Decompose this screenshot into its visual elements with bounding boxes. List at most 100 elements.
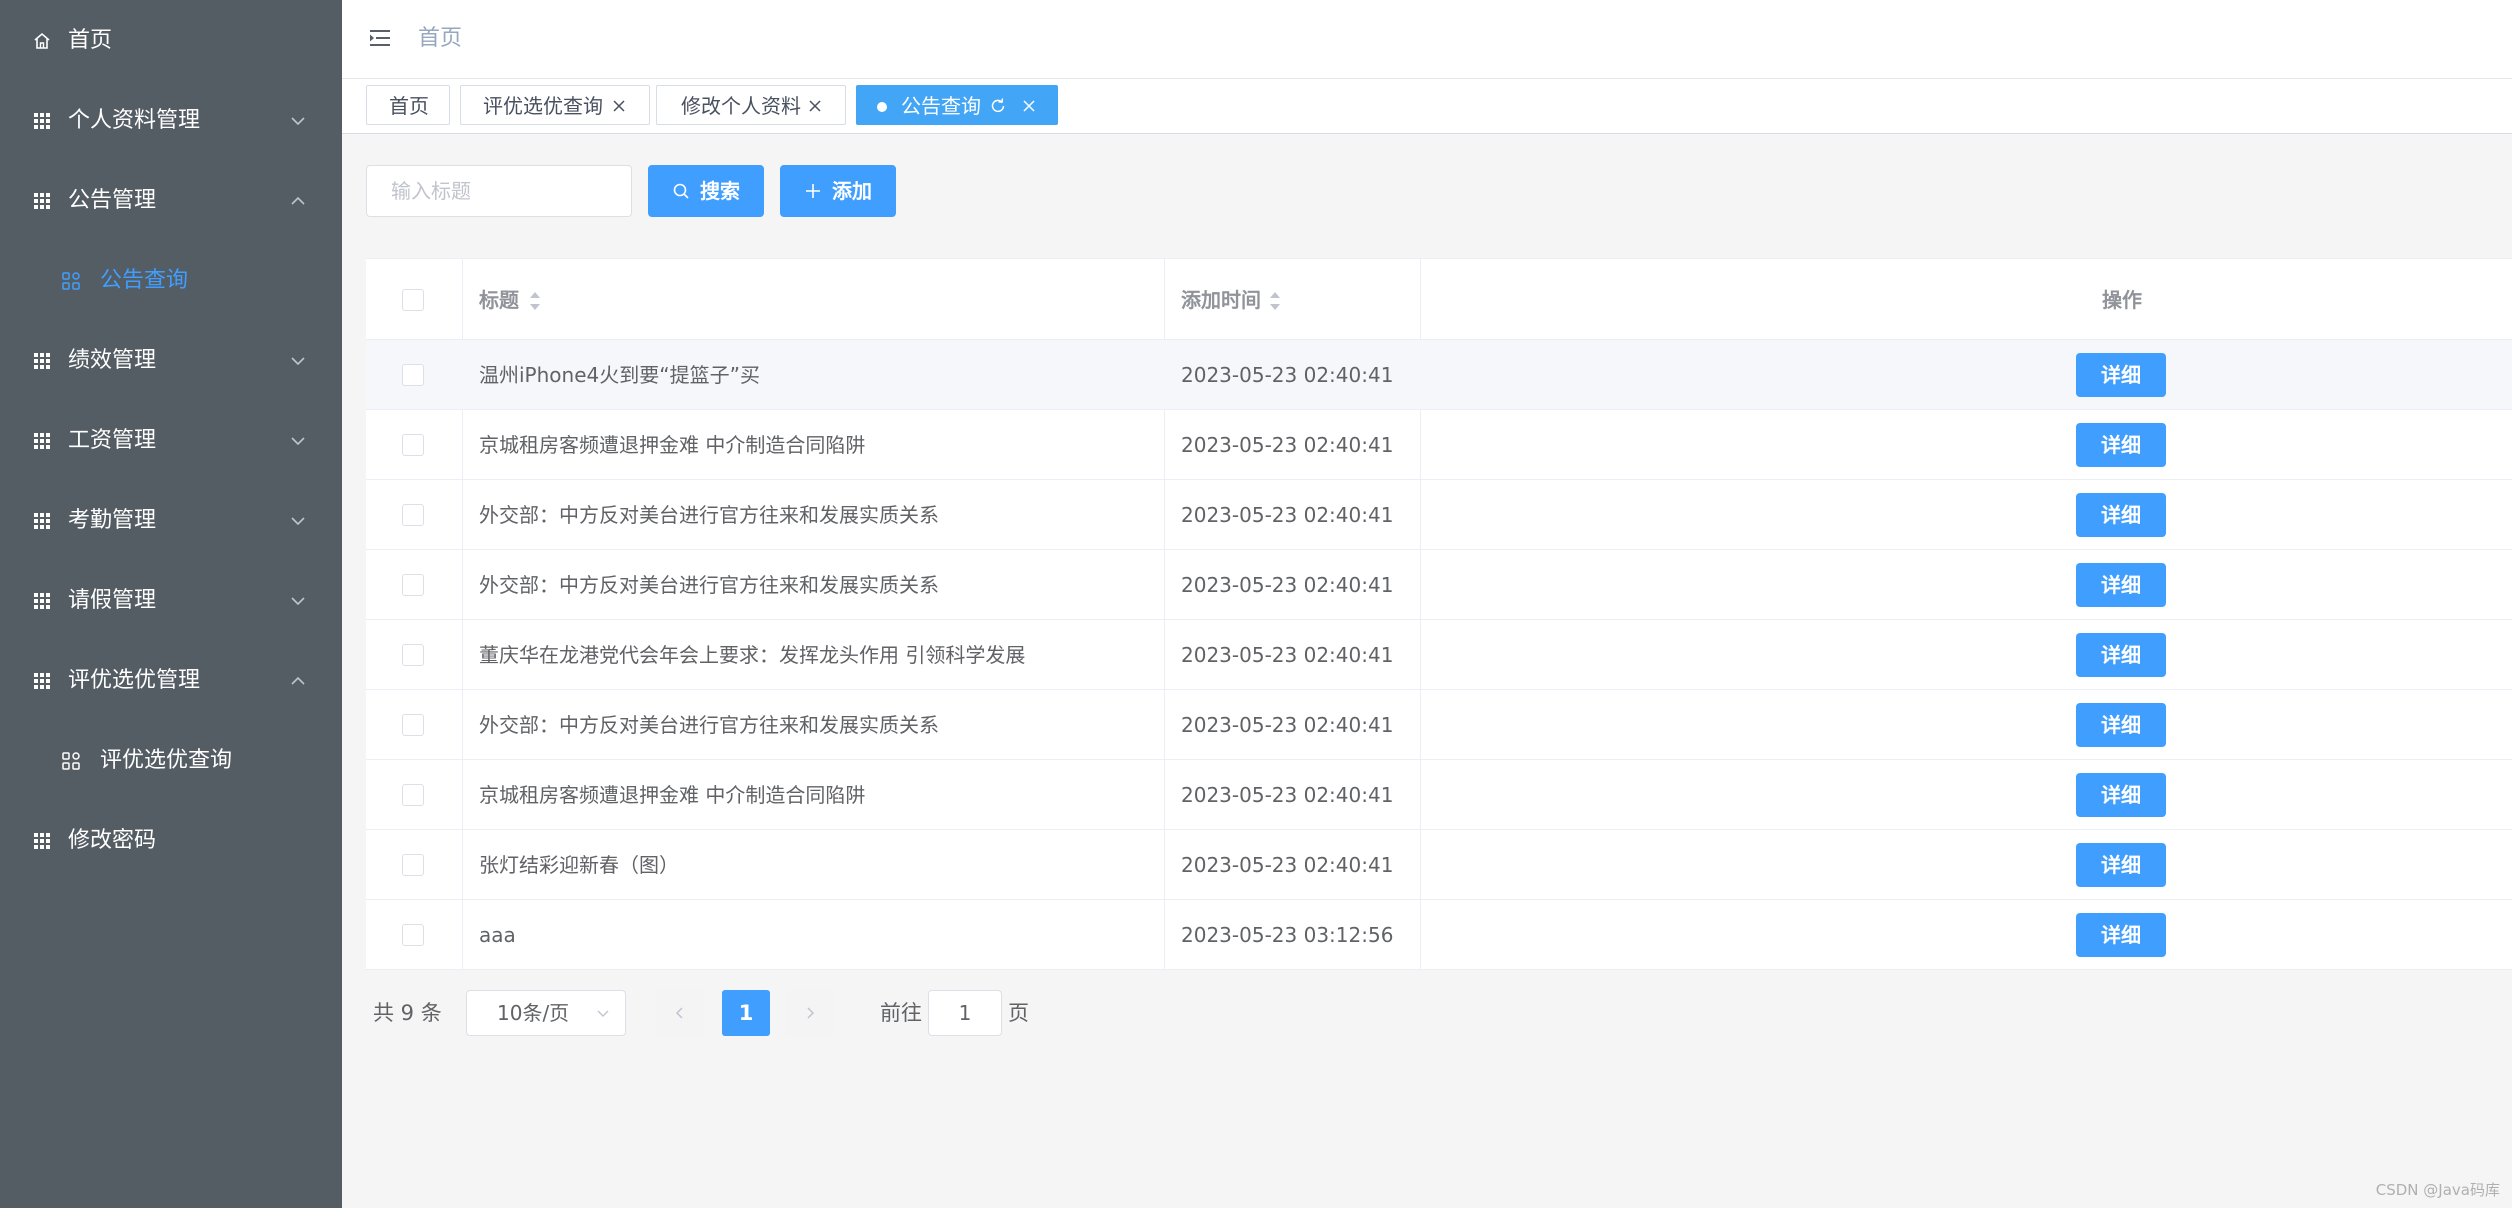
breadcrumb: 首页	[418, 26, 463, 51]
page-size-select[interactable]: 10条/页	[466, 990, 626, 1036]
row-title: 京城租房客频遭退押金难 中介制造合同陷阱	[479, 783, 866, 807]
grid-icon	[34, 833, 50, 849]
table-row: 外交部：中方反对美台进行官方往来和发展实质关系 2023-05-23 02:40…	[366, 480, 2512, 550]
search-button-label: 搜索	[700, 179, 740, 203]
title-search-input[interactable]	[366, 165, 632, 217]
close-icon[interactable]	[1021, 98, 1037, 114]
row-time: 2023-05-23 02:40:41	[1181, 643, 1394, 667]
home-icon	[34, 32, 50, 49]
sidebar-item-label: 评优选优查询	[100, 748, 233, 773]
sidebar-item-leave-management[interactable]: 请假管理	[0, 561, 342, 641]
row-title: aaa	[479, 923, 516, 947]
column-header-title: 标题	[479, 288, 519, 312]
tag-home[interactable]: 首页	[366, 85, 450, 125]
row-time: 2023-05-23 02:40:41	[1181, 853, 1394, 877]
page-number-current[interactable]: 1	[722, 990, 770, 1036]
sidebar-item-label: 绩效管理	[68, 348, 157, 373]
grid-icon	[34, 513, 50, 529]
sidebar-item-notice-query[interactable]: 公告查询	[0, 241, 342, 321]
table-row: 温州iPhone4火到要“提篮子”买 2023-05-23 02:40:41 详…	[366, 340, 2512, 410]
chevron-left-icon	[675, 1007, 683, 1019]
row-time: 2023-05-23 02:40:41	[1181, 573, 1394, 597]
detail-button[interactable]: 详细	[2076, 493, 2166, 537]
detail-button[interactable]: 详细	[2076, 633, 2166, 677]
sort-icon[interactable]	[528, 290, 542, 312]
row-title: 京城租房客频遭退押金难 中介制造合同陷阱	[479, 433, 866, 457]
sidebar-item-home[interactable]: 首页	[0, 1, 342, 81]
chevron-up-icon	[291, 196, 305, 205]
chevron-right-icon	[807, 1007, 815, 1019]
select-all-checkbox[interactable]	[402, 289, 424, 311]
detail-button[interactable]: 详细	[2076, 563, 2166, 607]
row-title: 董庆华在龙港党代会年会上要求：发挥龙头作用 引领科学发展	[479, 643, 1026, 667]
sidebar-item-evaluation-management[interactable]: 评优选优管理	[0, 641, 342, 721]
sidebar-item-label: 公告管理	[68, 188, 157, 213]
close-icon[interactable]	[611, 98, 627, 114]
tag-notice-query[interactable]: 公告查询	[856, 85, 1058, 125]
row-checkbox[interactable]	[402, 434, 424, 456]
sidebar-item-evaluation-query[interactable]: 评优选优查询	[0, 721, 342, 801]
grid-icon	[34, 673, 50, 689]
row-checkbox[interactable]	[402, 644, 424, 666]
sidebar-item-label: 请假管理	[68, 588, 157, 613]
sidebar-item-label: 评优选优管理	[68, 668, 201, 693]
tag-label: 评优选优查询	[483, 94, 603, 118]
detail-button[interactable]: 详细	[2076, 773, 2166, 817]
row-title: 外交部：中方反对美台进行官方往来和发展实质关系	[479, 713, 939, 737]
search-button[interactable]: 搜索	[648, 165, 764, 217]
goto-suffix: 页	[1008, 1001, 1029, 1025]
refresh-icon[interactable]	[989, 97, 1007, 115]
row-title: 张灯结彩迎新春（图）	[479, 853, 679, 877]
active-dot-icon	[877, 102, 887, 112]
next-page-button[interactable]	[786, 990, 834, 1036]
table-row: 董庆华在龙港党代会年会上要求：发挥龙头作用 引领科学发展 2023-05-23 …	[366, 620, 2512, 690]
row-title: 外交部：中方反对美台进行官方往来和发展实质关系	[479, 573, 939, 597]
add-button-label: 添加	[832, 179, 872, 203]
sidebar-item-salary-management[interactable]: 工资管理	[0, 401, 342, 481]
sidebar-item-label: 首页	[68, 28, 113, 53]
row-checkbox[interactable]	[402, 784, 424, 806]
table-header: 标题 添加时间 操作	[366, 258, 2512, 340]
chevron-down-icon	[291, 517, 305, 526]
sidebar: 首页 个人资料管理 公告管理 公告查询 绩效管理 工资管理 考勤管理 请假管理	[0, 0, 342, 1208]
row-time: 2023-05-23 02:40:41	[1181, 363, 1394, 387]
tag-edit-profile[interactable]: 修改个人资料	[656, 85, 846, 125]
row-time: 2023-05-23 03:12:56	[1181, 923, 1394, 947]
sidebar-item-performance-management[interactable]: 绩效管理	[0, 321, 342, 401]
grid-icon	[34, 593, 50, 609]
table-row: 外交部：中方反对美台进行官方往来和发展实质关系 2023-05-23 02:40…	[366, 690, 2512, 760]
chevron-down-icon	[597, 1010, 609, 1017]
row-checkbox[interactable]	[402, 574, 424, 596]
prev-page-button[interactable]	[656, 990, 704, 1036]
pagination-total: 共 9 条	[373, 1001, 442, 1025]
detail-button[interactable]: 详细	[2076, 913, 2166, 957]
close-icon[interactable]	[807, 98, 823, 114]
add-button[interactable]: 添加	[780, 165, 896, 217]
sidebar-item-notice-management[interactable]: 公告管理	[0, 161, 342, 241]
row-checkbox[interactable]	[402, 714, 424, 736]
detail-button[interactable]: 详细	[2076, 353, 2166, 397]
row-checkbox[interactable]	[402, 924, 424, 946]
plus-icon	[806, 184, 820, 198]
goto-page-input[interactable]	[928, 990, 1002, 1036]
row-time: 2023-05-23 02:40:41	[1181, 433, 1394, 457]
column-header-time: 添加时间	[1181, 288, 1261, 312]
grid-icon	[34, 433, 50, 449]
sidebar-item-profile-management[interactable]: 个人资料管理	[0, 81, 342, 161]
menu-fold-icon[interactable]	[368, 26, 392, 50]
detail-button[interactable]: 详细	[2076, 423, 2166, 467]
tag-evaluation-query[interactable]: 评优选优查询	[460, 85, 650, 125]
detail-button[interactable]: 详细	[2076, 703, 2166, 747]
table-row: 外交部：中方反对美台进行官方往来和发展实质关系 2023-05-23 02:40…	[366, 550, 2512, 620]
row-checkbox[interactable]	[402, 854, 424, 876]
table-row: aaa 2023-05-23 03:12:56 详细	[366, 900, 2512, 970]
row-checkbox[interactable]	[402, 364, 424, 386]
detail-button[interactable]: 详细	[2076, 843, 2166, 887]
sidebar-item-attendance-management[interactable]: 考勤管理	[0, 481, 342, 561]
goto-label: 前往	[880, 1001, 922, 1025]
apps-icon	[62, 272, 80, 290]
sort-icon[interactable]	[1268, 290, 1282, 312]
row-checkbox[interactable]	[402, 504, 424, 526]
column-header-actions: 操作	[2102, 288, 2142, 312]
sidebar-item-change-password[interactable]: 修改密码	[0, 801, 342, 881]
